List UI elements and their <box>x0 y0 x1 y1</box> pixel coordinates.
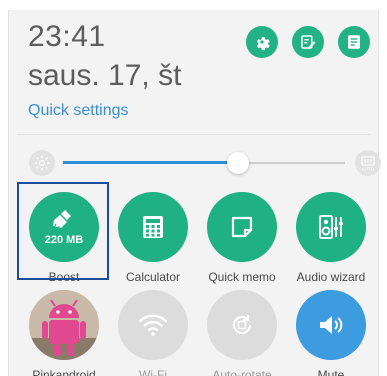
wifi-circle[interactable] <box>118 290 188 360</box>
tile-calculator-label: Calculator <box>125 270 181 284</box>
pink-android-avatar <box>29 290 99 360</box>
mute-icon <box>320 316 343 334</box>
pinkandroid-avatar[interactable] <box>29 290 99 360</box>
boost-highlight-frame <box>17 182 109 280</box>
calculator-circle[interactable] <box>118 192 188 262</box>
gear-icon <box>256 37 270 51</box>
auto-rotate-circle[interactable] <box>207 290 277 360</box>
edit-icon <box>301 35 316 49</box>
brightness-auto-label: AUTO <box>362 167 375 172</box>
brightness-auto-icon[interactable]: AUTO <box>355 150 381 176</box>
tile-auto-rotate[interactable]: Auto-rotate <box>197 290 287 376</box>
brightness-track-fill <box>63 161 238 164</box>
quick-memo-circle[interactable] <box>207 192 277 262</box>
quick-settings-link[interactable]: Quick settings <box>28 102 128 120</box>
memo-icon <box>348 35 360 49</box>
tile-calculator[interactable]: Calculator <box>108 192 198 284</box>
auto-rotate-icon <box>232 315 252 335</box>
brightness-thumb[interactable] <box>226 152 249 174</box>
tile-mute[interactable]: Mute <box>286 290 376 376</box>
tile-mute-label: Mute <box>317 368 345 376</box>
audio-wizard-circle[interactable] <box>296 192 366 262</box>
audio-wizard-icon <box>319 215 343 239</box>
clock-time: 23:41 <box>28 20 106 53</box>
tile-audio-wizard-label: Audio wizard <box>296 270 366 284</box>
mute-circle[interactable] <box>296 290 366 360</box>
tile-auto-rotate-label: Auto-rotate <box>212 368 272 376</box>
memo-note-icon <box>231 216 253 238</box>
tile-wifi[interactable]: Wi-Fi <box>108 290 198 376</box>
wifi-icon <box>138 314 168 336</box>
tile-wifi-label: Wi-Fi <box>139 368 167 376</box>
notes-button[interactable] <box>338 26 370 58</box>
tile-audio-wizard[interactable]: Audio wizard <box>286 192 376 284</box>
calculator-icon <box>143 216 163 238</box>
header-divider <box>17 134 370 135</box>
tile-quick-memo-label: Quick memo <box>208 270 276 284</box>
tile-quick-memo[interactable]: Quick memo <box>197 192 287 284</box>
settings-button[interactable] <box>246 26 278 58</box>
tile-pinkandroid-label: Pinkandroid <box>32 368 96 376</box>
brightness-slider[interactable]: AUTO <box>29 148 384 178</box>
tile-pinkandroid[interactable]: Pinkandroid <box>19 290 109 376</box>
brightness-low-icon <box>29 150 55 176</box>
clock-date: saus. 17, št <box>28 59 182 92</box>
edit-button[interactable] <box>292 26 324 58</box>
